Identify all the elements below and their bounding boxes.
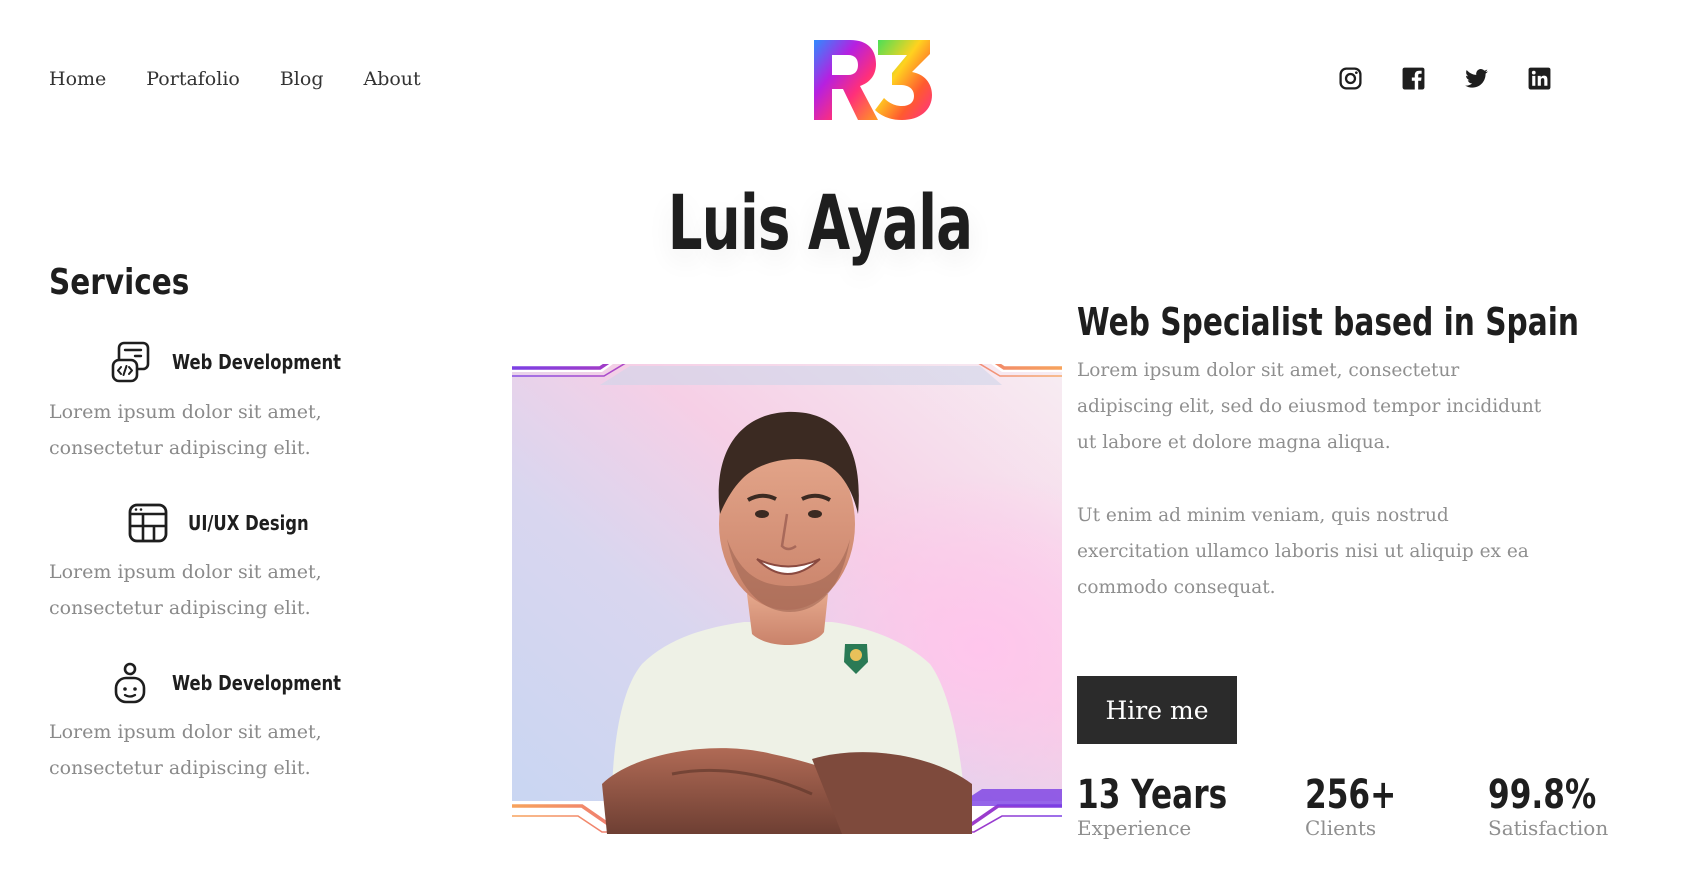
profile-photo	[512, 346, 1062, 834]
stat-label-clients: Clients	[1305, 816, 1377, 840]
twitter-icon[interactable]	[1464, 66, 1489, 91]
linkedin-icon[interactable]	[1527, 66, 1552, 91]
service-description: Lorem ipsum dolor sit amet, consectetur …	[49, 561, 322, 619]
stat-label-experience: Experience	[1077, 816, 1192, 840]
layout-icon	[128, 503, 168, 543]
stat-value-clients: 256+	[1305, 772, 1397, 818]
service-item-web-development-2: Web Development	[110, 661, 378, 705]
services-title: Services	[49, 262, 190, 303]
hire-me-button[interactable]: Hire me	[1077, 676, 1237, 744]
stat-label-satisfaction: Satisfaction	[1488, 816, 1609, 840]
service-name: Web Development	[172, 350, 341, 374]
code-window-icon	[111, 341, 150, 383]
service-name: Web Development	[172, 671, 341, 695]
stat-value-satisfaction: 99.8%	[1488, 772, 1597, 818]
nav-blog[interactable]: Blog	[280, 68, 324, 90]
about-paragraph-1: Lorem ipsum dolor sit amet, consectetur …	[1077, 360, 1542, 453]
nav-portafolio[interactable]: Portafolio	[146, 68, 240, 90]
nav-home[interactable]: Home	[49, 68, 106, 90]
service-name: UI/UX Design	[188, 511, 309, 535]
brand-logo[interactable]	[812, 38, 934, 122]
hero-name: Luis Ayala	[667, 178, 973, 267]
service-description: Lorem ipsum dolor sit amet, consectetur …	[49, 401, 322, 459]
instagram-icon[interactable]	[1338, 66, 1363, 91]
user-icon	[114, 662, 146, 704]
profile-photo-frame	[512, 346, 1062, 860]
service-item-web-development: Web Development	[110, 340, 378, 384]
main-nav: Home Portafolio Blog About	[49, 68, 421, 90]
about-subtitle: Web Specialist based in Spain	[1077, 300, 1580, 344]
service-description: Lorem ipsum dolor sit amet, consectetur …	[49, 721, 322, 779]
service-item-uiux-design: UI/UX Design	[126, 501, 335, 545]
stat-value-experience: 13 Years	[1077, 772, 1228, 818]
about-paragraph-2: Ut enim ad minim veniam, quis nostrud ex…	[1077, 505, 1529, 598]
nav-about[interactable]: About	[363, 68, 420, 90]
social-links	[1338, 66, 1552, 91]
facebook-icon[interactable]	[1401, 66, 1426, 91]
